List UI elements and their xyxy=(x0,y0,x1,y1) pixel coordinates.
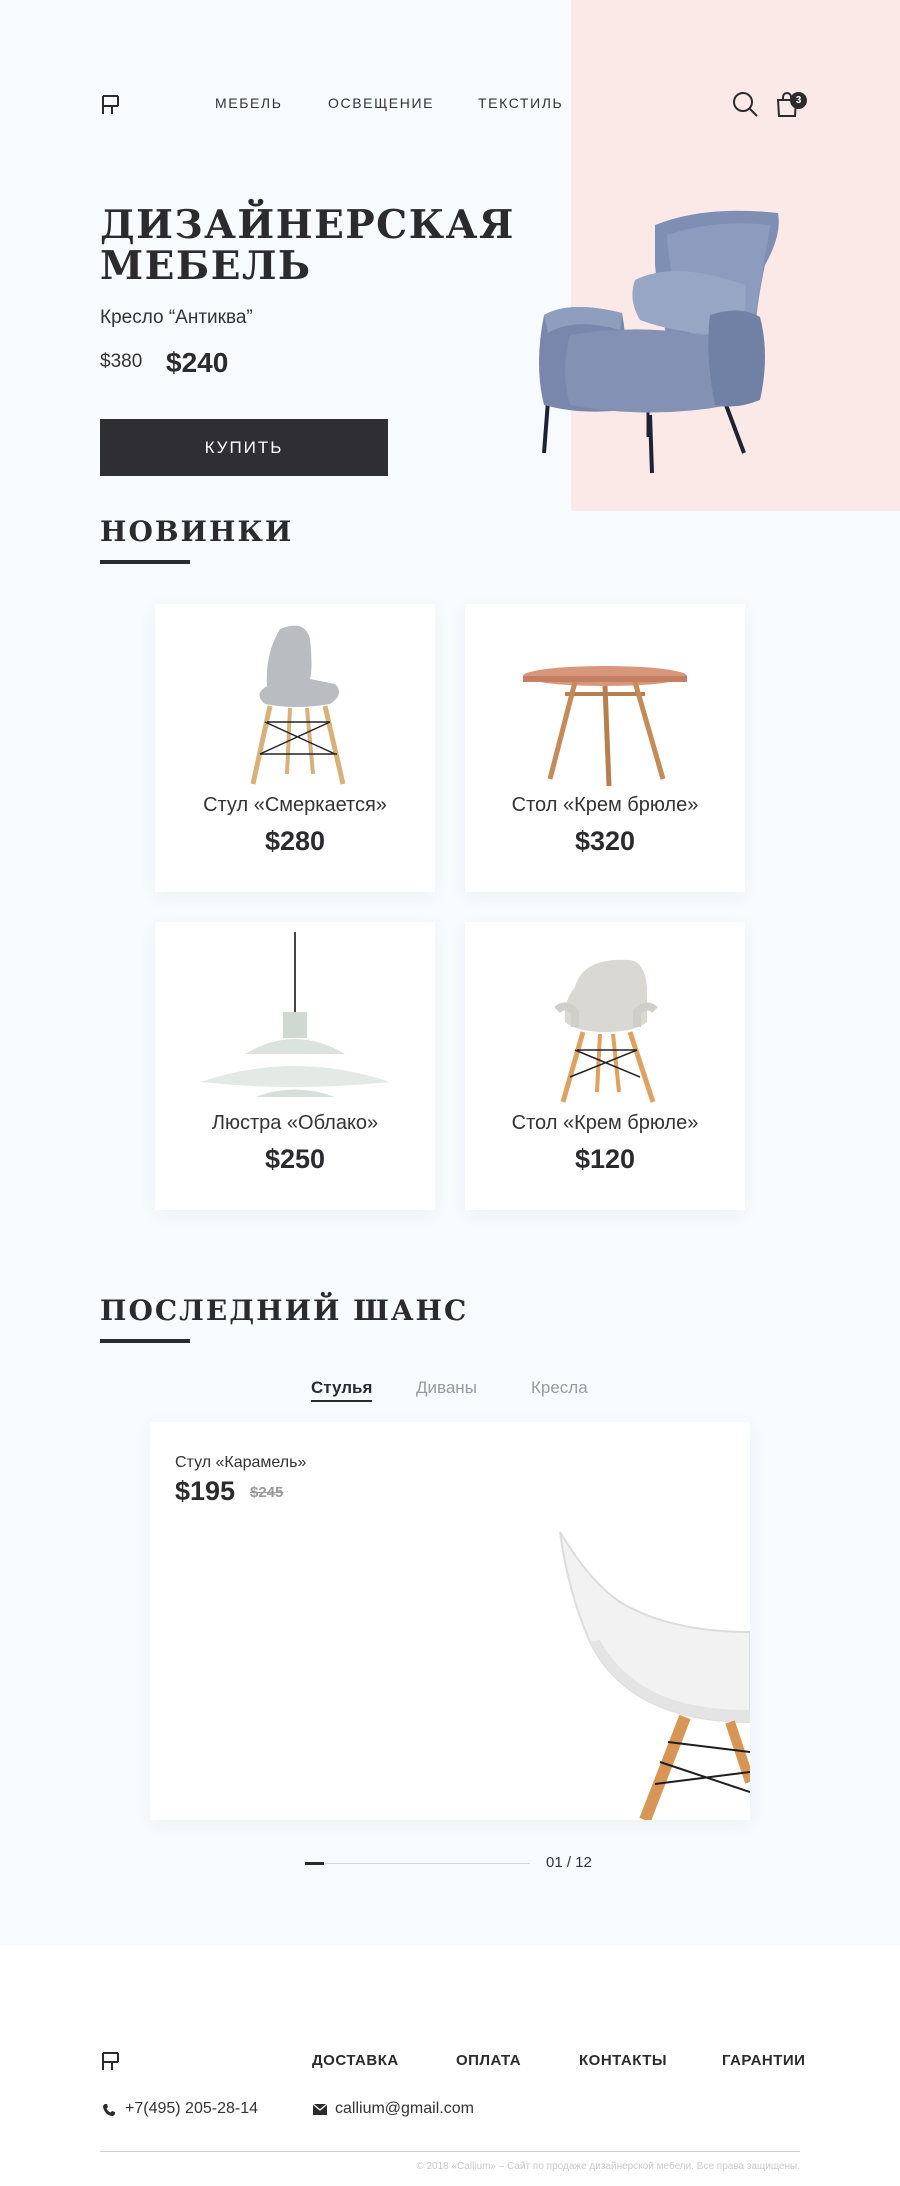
product-name: Стул «Смеркается» xyxy=(203,794,387,816)
footer-phone[interactable]: +7(495) 205-28-14 xyxy=(125,2100,258,2118)
tab-chairs[interactable]: Стулья xyxy=(311,1378,373,1402)
hero-new-price: $240 xyxy=(166,347,229,378)
chair-image xyxy=(559,1531,750,1820)
slider-counter: 01 / 12 xyxy=(546,1854,592,1871)
slider-progress-track[interactable] xyxy=(305,1863,530,1864)
logo-icon[interactable] xyxy=(100,93,122,117)
footer-email[interactable]: callium@gmail.com xyxy=(335,2100,474,2118)
buy-button[interactable]: КУПИТЬ xyxy=(100,419,388,476)
hero-product-name: Кресло “Антиква” xyxy=(100,307,253,328)
footer-link-delivery[interactable]: ДОСТАВКА xyxy=(312,2052,399,2069)
search-icon[interactable] xyxy=(731,90,759,118)
phone-icon xyxy=(103,2104,115,2116)
slider-progress-fill xyxy=(305,1862,324,1865)
product-name: Стол «Крем брюле» xyxy=(511,1112,699,1134)
footer-link-guarantee[interactable]: ГАРАНТИИ xyxy=(722,2052,805,2069)
nav-link-furniture[interactable]: МЕБЕЛЬ xyxy=(215,95,283,111)
chair-icon xyxy=(250,625,346,785)
product-price: $120 xyxy=(574,1144,636,1174)
footer-link-contacts[interactable]: КОНТАКТЫ xyxy=(579,2052,667,2069)
footer-copyright: © 2018 «Callium» – Сайт по продаже дизай… xyxy=(416,2161,800,2172)
section-underline xyxy=(100,560,190,564)
slide-old-price: $245 xyxy=(250,1484,284,1501)
armchair-icon xyxy=(554,959,658,1103)
product-price: $250 xyxy=(264,1144,326,1174)
product-price: $280 xyxy=(264,826,326,856)
product-name: Стол «Крем брюле» xyxy=(511,794,699,816)
product-price: $320 xyxy=(574,826,636,856)
footer-link-payment[interactable]: ОПЛАТА xyxy=(456,2052,521,2069)
hero-old-price: $380 xyxy=(100,351,143,372)
new-section-title: НОВИНКИ xyxy=(100,515,294,548)
hero-title: ДИЗАЙНЕРСКАЯ МЕБЕЛЬ xyxy=(100,202,515,289)
product-card[interactable]: Стол «Крем брюле» $320 xyxy=(465,604,745,892)
slide-product-name: Стул «Карамель» xyxy=(175,1454,307,1471)
nav-link-textile[interactable]: ТЕКСТИЛЬ xyxy=(478,95,563,111)
cart-count-badge: 3 xyxy=(790,92,807,109)
section-underline xyxy=(100,1339,190,1343)
tab-sofas[interactable]: Диваны xyxy=(416,1378,477,1398)
tab-armchairs[interactable]: Кресла xyxy=(531,1378,588,1398)
product-card[interactable]: Стул «Смеркается» $280 xyxy=(155,604,435,892)
footer-divider xyxy=(100,2151,800,2152)
product-name: Люстра «Облако» xyxy=(211,1112,379,1134)
product-card[interactable]: Стол «Крем брюле» $120 xyxy=(465,922,745,1210)
product-card[interactable]: Люстра «Облако» $250 xyxy=(155,922,435,1210)
table-icon xyxy=(523,666,687,787)
lamp-icon xyxy=(200,932,390,1097)
nav-link-lighting[interactable]: ОСВЕЩЕНИЕ xyxy=(328,95,434,111)
product-slide[interactable]: Стул «Карамель» $195 $245 xyxy=(150,1422,750,1820)
slide-price: $195 xyxy=(175,1476,236,1506)
email-icon xyxy=(313,2104,327,2115)
footer-logo-icon[interactable] xyxy=(100,2050,122,2072)
armchair-image xyxy=(539,210,779,474)
last-chance-title: ПОСЛЕДНИЙ ШАНС xyxy=(100,1294,469,1327)
